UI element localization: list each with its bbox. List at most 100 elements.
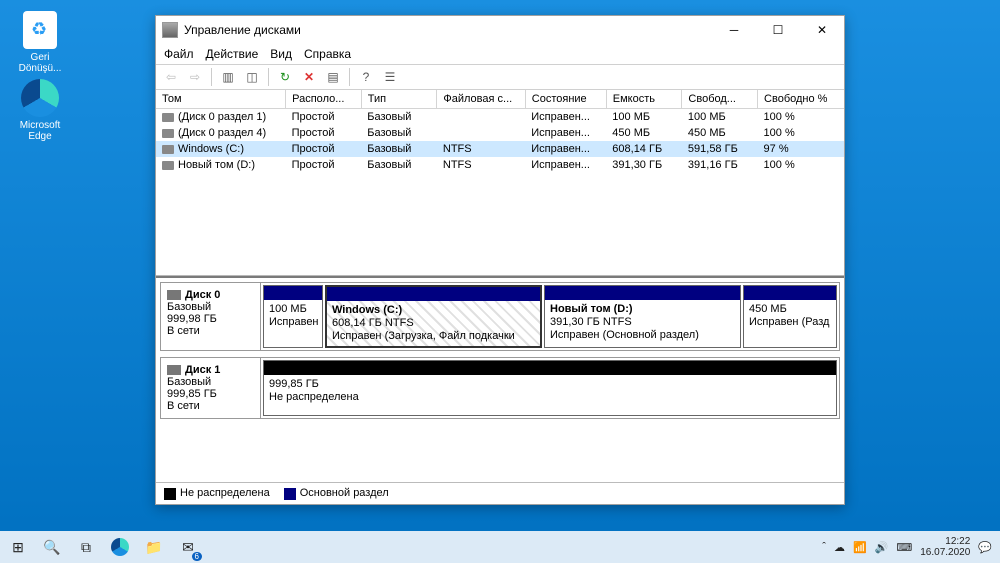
disk-management-window: Управление дисками ─ ☐ ✕ Файл Действие В… [155,15,845,505]
tray-arrow-icon[interactable]: ˆ [822,541,826,553]
col-status[interactable]: Состояние [525,90,606,109]
clock-time: 12:22 [920,536,970,547]
disk-icon [167,365,181,375]
menu-help[interactable]: Справка [304,47,351,61]
titlebar: Управление дисками ─ ☐ ✕ [156,16,844,44]
toolbar-separator [349,68,350,86]
volume-icon [162,113,174,122]
volume-icon [162,145,174,154]
partition-box[interactable]: Новый том (D:)391,30 ГБ NTFSИсправен (Ос… [544,285,741,348]
part-size: 608,14 ГБ NTFS [332,317,535,330]
disk-row-0[interactable]: Диск 0 Базовый 999,98 ГБ В сети 100 МБИс… [160,282,840,351]
close-button[interactable]: ✕ [800,16,844,44]
partition-box[interactable]: 450 МБИсправен (Разд [743,285,837,348]
part-status: Исправен (Основной раздел) [550,329,735,342]
start-button[interactable]: ⊞ [4,533,32,561]
tray-wifi-icon[interactable]: 📶 [853,541,867,554]
volume-list-header[interactable]: Том Располо... Тип Файловая с... Состоян… [156,90,844,109]
disk-size: 999,85 ГБ [167,388,254,400]
partition-strip [545,286,740,300]
part-size: 391,30 ГБ NTFS [550,316,735,329]
volume-row[interactable]: (Диск 0 раздел 4)ПростойБазовыйИсправен.… [156,125,844,141]
swatch-primary [284,488,296,500]
disk-status: В сети [167,400,254,412]
part-size: 999,85 ГБ [269,378,831,391]
menu-file[interactable]: Файл [164,47,194,61]
disk-row-1[interactable]: Диск 1 Базовый 999,85 ГБ В сети 999,85 Г… [160,357,840,419]
part-size: 450 МБ [749,303,831,316]
legend-item-unallocated: Не распределена [164,487,270,499]
disk-name: Диск 0 [185,289,220,301]
col-fs[interactable]: Файловая с... [437,90,525,109]
tray-volume-icon[interactable]: 🔊 [875,541,889,554]
edge-label: Microsoft Edge [10,120,70,142]
recycle-bin-icon [23,11,57,49]
tray-lang-icon[interactable]: ⌨ [896,541,912,554]
partition-strip [264,361,836,375]
partition-box-unallocated[interactable]: 999,85 ГБНе распределена [263,360,837,416]
menu-view[interactable]: Вид [270,47,292,61]
volume-row[interactable]: (Диск 0 раздел 1)ПростойБазовыйИсправен.… [156,109,844,126]
tray-notifications-icon[interactable]: 💬 [978,541,992,554]
view-columns-button[interactable]: ▥ [217,66,239,88]
col-free[interactable]: Свобод... [682,90,758,109]
disk-type: Базовый [167,301,254,313]
partition-box[interactable]: 100 МБИсправен [263,285,323,348]
legend: Не распределена Основной раздел [156,482,844,504]
mail-badge: 6 [192,552,202,561]
col-capacity[interactable]: Емкость [606,90,682,109]
desktop-icon-edge[interactable]: Microsoft Edge [10,78,70,142]
volume-row[interactable]: Новый том (D:)ПростойБазовыйNTFSИсправен… [156,157,844,173]
col-type[interactable]: Тип [361,90,437,109]
partition-strip [327,287,540,301]
disk-info: Диск 0 Базовый 999,98 ГБ В сети [161,283,261,350]
clock-date: 16.07.2020 [920,547,970,558]
taskbar-mail[interactable]: ✉6 [174,533,202,561]
partition-strip [264,286,322,300]
part-size: 100 МБ [269,303,317,316]
search-button[interactable]: 🔍 [38,533,66,561]
partition-strip [744,286,836,300]
part-status: Не распределена [269,391,831,404]
col-freepct[interactable]: Свободно % [758,90,844,109]
toolbar-separator [211,68,212,86]
desktop-icon-recycle[interactable]: Geri Dönüşü... [10,10,70,74]
swatch-unallocated [164,488,176,500]
maximize-button[interactable]: ☐ [756,16,800,44]
menubar: Файл Действие Вид Справка [156,44,844,64]
menu-action[interactable]: Действие [206,47,259,61]
disk-info: Диск 1 Базовый 999,85 ГБ В сети [161,358,261,418]
part-status: Исправен [269,316,317,329]
disk-status: В сети [167,325,254,337]
properties-button[interactable]: ▤ [322,66,344,88]
edge-icon [111,538,129,556]
volume-row[interactable]: Windows (C:)ПростойБазовыйNTFSИсправен..… [156,141,844,157]
toolbar-separator [268,68,269,86]
app-icon [162,22,178,38]
list-button[interactable]: ☰ [379,66,401,88]
part-name: Windows (C:) [332,304,535,317]
part-status: Исправен (Разд [749,316,831,329]
disk-icon [167,290,181,300]
taskbar[interactable]: ⊞ 🔍 ⧉ 📁 ✉6 ˆ ☁ 📶 🔊 ⌨ 12:22 16.07.2020 💬 [0,531,1000,563]
view-panel-button[interactable]: ◫ [241,66,263,88]
refresh-button[interactable]: ↻ [274,66,296,88]
partition-box-selected[interactable]: Windows (C:)608,14 ГБ NTFSИсправен (Загр… [325,285,542,348]
taskbar-explorer[interactable]: 📁 [140,533,168,561]
disk-name: Диск 1 [185,364,220,376]
delete-button[interactable]: ✕ [298,66,320,88]
recycle-label: Geri Dönüşü... [10,52,70,74]
tray-clock[interactable]: 12:22 16.07.2020 [920,536,970,558]
col-tom[interactable]: Том [156,90,286,109]
col-layout[interactable]: Располо... [286,90,362,109]
volume-list[interactable]: Том Располо... Тип Файловая с... Состоян… [156,90,844,276]
tray-cloud-icon[interactable]: ☁ [834,541,845,554]
graphical-view[interactable]: Диск 0 Базовый 999,98 ГБ В сети 100 МБИс… [156,276,844,482]
window-title: Управление дисками [184,23,301,37]
help-button[interactable]: ? [355,66,377,88]
back-button: ⇦ [160,66,182,88]
task-view-button[interactable]: ⧉ [72,533,100,561]
taskbar-edge[interactable] [106,533,134,561]
volume-icon [162,129,174,138]
minimize-button[interactable]: ─ [712,16,756,44]
